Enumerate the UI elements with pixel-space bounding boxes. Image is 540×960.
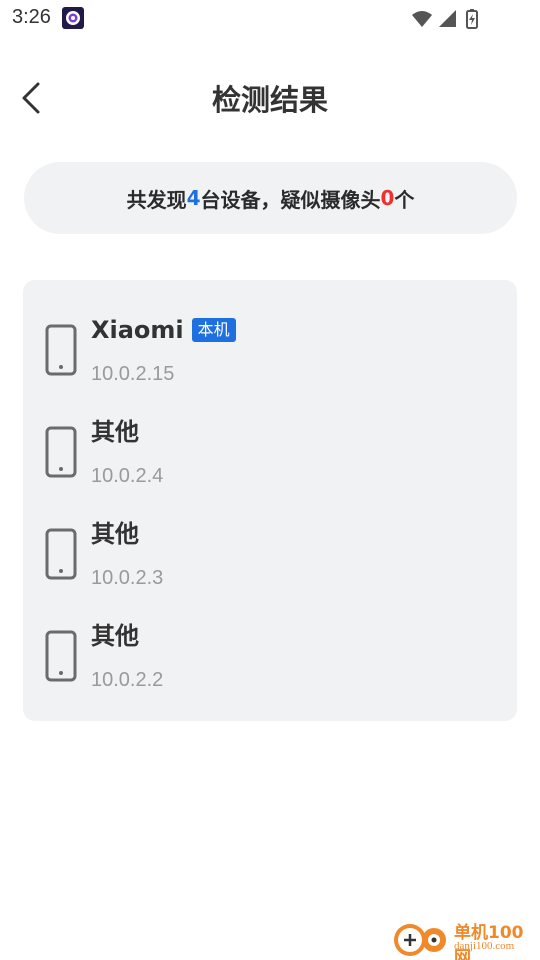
phone-icon	[45, 426, 77, 478]
list-item[interactable]: 其他 10.0.2.2	[23, 606, 517, 691]
device-name: 其他	[91, 518, 139, 550]
self-device-badge: 本机	[191, 318, 236, 342]
device-name-text: 其他	[91, 622, 139, 650]
page-title: 检测结果	[211, 83, 328, 117]
phone-icon	[45, 630, 77, 682]
device-name: Xiaomi 本机	[91, 314, 236, 346]
device-name: 其他	[91, 620, 139, 652]
device-name-text: 其他	[91, 418, 139, 446]
phone-icon	[45, 324, 77, 376]
summary-middle: 台设备，疑似摄像头	[200, 187, 381, 212]
summary-prefix: 共发现	[126, 187, 187, 212]
watermark-logo-icon	[394, 924, 446, 956]
battery-charging-icon	[466, 9, 478, 29]
status-bar: 3:26	[0, 0, 540, 36]
scan-summary: 共发现 4 台设备，疑似摄像头 0 个	[24, 162, 517, 234]
list-item[interactable]: 其他 10.0.2.3	[23, 504, 517, 589]
camera-app-icon	[62, 7, 84, 29]
status-time: 3:26	[12, 6, 51, 28]
list-item[interactable]: Xiaomi 本机 10.0.2.15	[23, 300, 517, 385]
device-ip: 10.0.2.2	[91, 669, 164, 691]
status-icons	[410, 8, 500, 30]
phone-icon	[45, 528, 77, 580]
camera-count: 0	[380, 186, 395, 210]
device-ip: 10.0.2.4	[91, 465, 164, 487]
device-name: 其他	[91, 416, 139, 448]
list-item[interactable]: 其他 10.0.2.4	[23, 402, 517, 487]
summary-suffix: 个	[394, 187, 415, 212]
device-ip: 10.0.2.3	[91, 567, 164, 589]
device-list: Xiaomi 本机 10.0.2.15 其他 10.0.2.4 其他 10.0.…	[23, 280, 517, 721]
signal-icon	[439, 10, 456, 27]
watermark-url: danji100.com	[454, 940, 515, 952]
device-name-text: Xiaomi	[91, 316, 184, 344]
device-count: 4	[186, 186, 201, 210]
detection-result-screen: 3:26 检测结果 共发现 4 台设备，疑似摄像头 0 个 Xiaomi 本机 …	[0, 0, 540, 960]
wifi-icon	[412, 11, 432, 27]
device-name-text: 其他	[91, 520, 139, 548]
site-watermark: 单机100网 danji100.com	[388, 916, 540, 960]
watermark-title: 单机100网	[454, 923, 524, 960]
device-ip: 10.0.2.15	[91, 363, 175, 385]
